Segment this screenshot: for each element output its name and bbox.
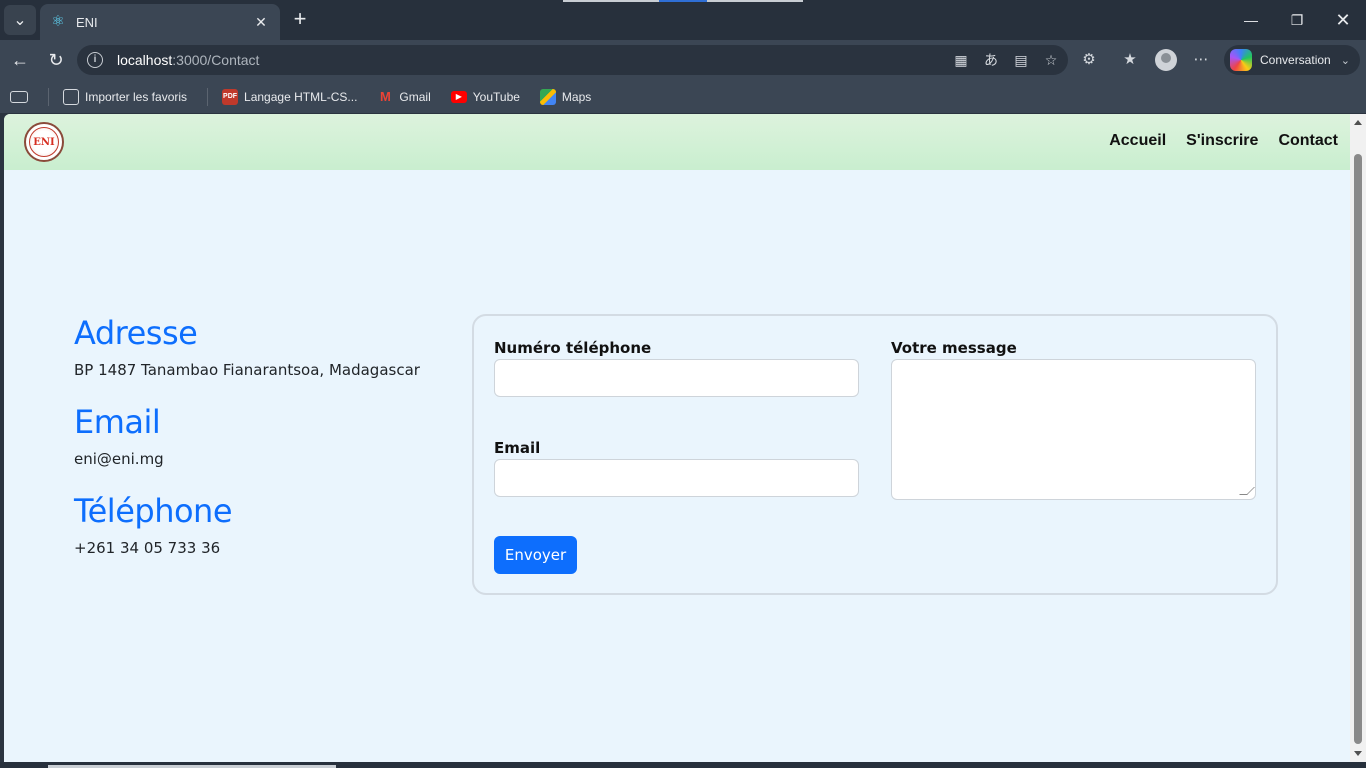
gmail-icon: M — [380, 88, 391, 104]
site-navbar: ENI Accueil S'inscrire Contact — [4, 114, 1350, 170]
bookmark-label: Maps — [561, 89, 592, 104]
phone-field-label: Numéro téléphone — [494, 339, 652, 357]
scroll-up-icon[interactable] — [1354, 120, 1362, 125]
email-value: eni@eni.mg — [74, 450, 164, 468]
submit-button[interactable]: Envoyer — [494, 536, 577, 574]
bookmark-label: Langage HTML-CS... — [244, 89, 358, 104]
reader-mode-icon[interactable]: ▤ — [1012, 51, 1030, 69]
copilot-button[interactable]: Conversation ⌄ — [1224, 45, 1360, 75]
bookmark-youtube[interactable]: ▶ YouTube — [450, 89, 520, 104]
nav-link-contact[interactable]: Contact — [1278, 132, 1338, 150]
bookmark-import-favorites[interactable]: Importer les favoris — [63, 88, 188, 105]
address-bar[interactable]: i localhost:3000/Contact ▦ あ ▤ ☆ — [77, 45, 1068, 75]
app-available-icon[interactable]: ▦ — [952, 51, 970, 69]
page-scrollbar[interactable] — [1350, 114, 1366, 762]
copilot-icon — [1230, 49, 1252, 71]
translate-icon[interactable]: あ — [982, 51, 1000, 69]
profile-avatar[interactable] — [1155, 49, 1177, 71]
bookmark-maps[interactable]: Maps — [539, 88, 592, 105]
restore-button[interactable]: ❐ — [1274, 0, 1320, 40]
taskbar-edge — [0, 762, 1366, 768]
phone-value: +261 34 05 733 36 — [74, 539, 221, 557]
react-icon: ⚛ — [51, 13, 65, 30]
nav-links: Accueil S'inscrire Contact — [1109, 132, 1338, 150]
youtube-icon: ▶ — [450, 90, 467, 103]
eni-logo[interactable]: ENI — [24, 122, 64, 162]
import-favorites-icon — [63, 88, 79, 105]
address-value: BP 1487 Tanambao Fianarantsoa, Madagasca… — [74, 361, 420, 379]
bookmarks-separator — [207, 87, 209, 106]
extensions-icon[interactable]: ⚙ — [1079, 50, 1099, 70]
page-viewport: ENI Accueil S'inscrire Contact Adresse B… — [4, 114, 1350, 762]
new-tab-button[interactable]: + — [288, 8, 312, 32]
browser-tab-eni[interactable]: ⚛ ENI ✕ — [40, 4, 280, 40]
close-tab-icon[interactable]: ✕ — [252, 14, 270, 31]
message-textarea[interactable] — [891, 359, 1256, 500]
message-field-label: Votre message — [891, 339, 1017, 357]
bookmark-html-css[interactable]: PDF Langage HTML-CS... — [222, 88, 358, 105]
chevron-down-icon: ⌄ — [13, 12, 27, 29]
copilot-label: Conversation — [1260, 53, 1331, 67]
address-heading: Adresse — [74, 314, 198, 352]
contact-info: Adresse BP 1487 Tanambao Fianarantsoa, M… — [74, 314, 454, 581]
nav-link-accueil[interactable]: Accueil — [1109, 132, 1166, 150]
nav-link-sinscrire[interactable]: S'inscrire — [1186, 132, 1258, 150]
bookmark-label: Importer les favoris — [85, 89, 188, 104]
scrollbar-thumb[interactable] — [1354, 154, 1362, 744]
eni-logo-text: ENI — [29, 127, 59, 157]
close-window-button[interactable]: ✕ — [1320, 0, 1366, 40]
window-indicator — [563, 0, 803, 2]
tab-title: ENI — [76, 14, 98, 30]
maps-icon — [539, 88, 556, 105]
bookmark-label: YouTube — [472, 89, 520, 104]
email-field-label: Email — [494, 439, 541, 457]
bookmarks-bar: Importer les favoris PDF Langage HTML-CS… — [0, 80, 1366, 113]
pdf-icon: PDF — [222, 88, 239, 105]
tab-actions-menu-button[interactable]: ⌄ — [4, 5, 36, 35]
back-button[interactable]: ← — [8, 48, 32, 72]
url-host: localhost — [117, 52, 173, 68]
minimize-button[interactable]: — — [1228, 0, 1274, 40]
resize-handle-icon[interactable] — [1239, 487, 1255, 495]
sidebar-toggle-icon[interactable] — [10, 90, 34, 103]
contact-form: Numéro téléphone Email Votre message Env… — [472, 314, 1278, 595]
favorites-icon[interactable]: ★ — [1120, 50, 1140, 70]
scroll-down-icon[interactable] — [1354, 751, 1362, 756]
refresh-button[interactable]: ↻ — [44, 48, 68, 72]
site-info-icon[interactable]: i — [87, 52, 103, 68]
bookmark-gmail[interactable]: M Gmail — [377, 88, 431, 105]
phone-heading: Téléphone — [74, 492, 233, 530]
favorite-star-icon[interactable]: ☆ — [1042, 51, 1060, 69]
bookmarks-separator — [48, 87, 49, 106]
email-heading: Email — [74, 403, 161, 441]
browser-titlebar: ⌄ ⚛ ENI ✕ + — ❐ ✕ — [0, 0, 1366, 40]
phone-input[interactable] — [494, 359, 859, 397]
url-path: :3000/Contact — [172, 52, 260, 68]
chevron-down-icon: ⌄ — [1340, 54, 1350, 67]
email-input[interactable] — [494, 459, 859, 497]
bookmark-label: Gmail — [399, 89, 431, 104]
more-options-icon[interactable]: ⋯ — [1191, 50, 1211, 70]
